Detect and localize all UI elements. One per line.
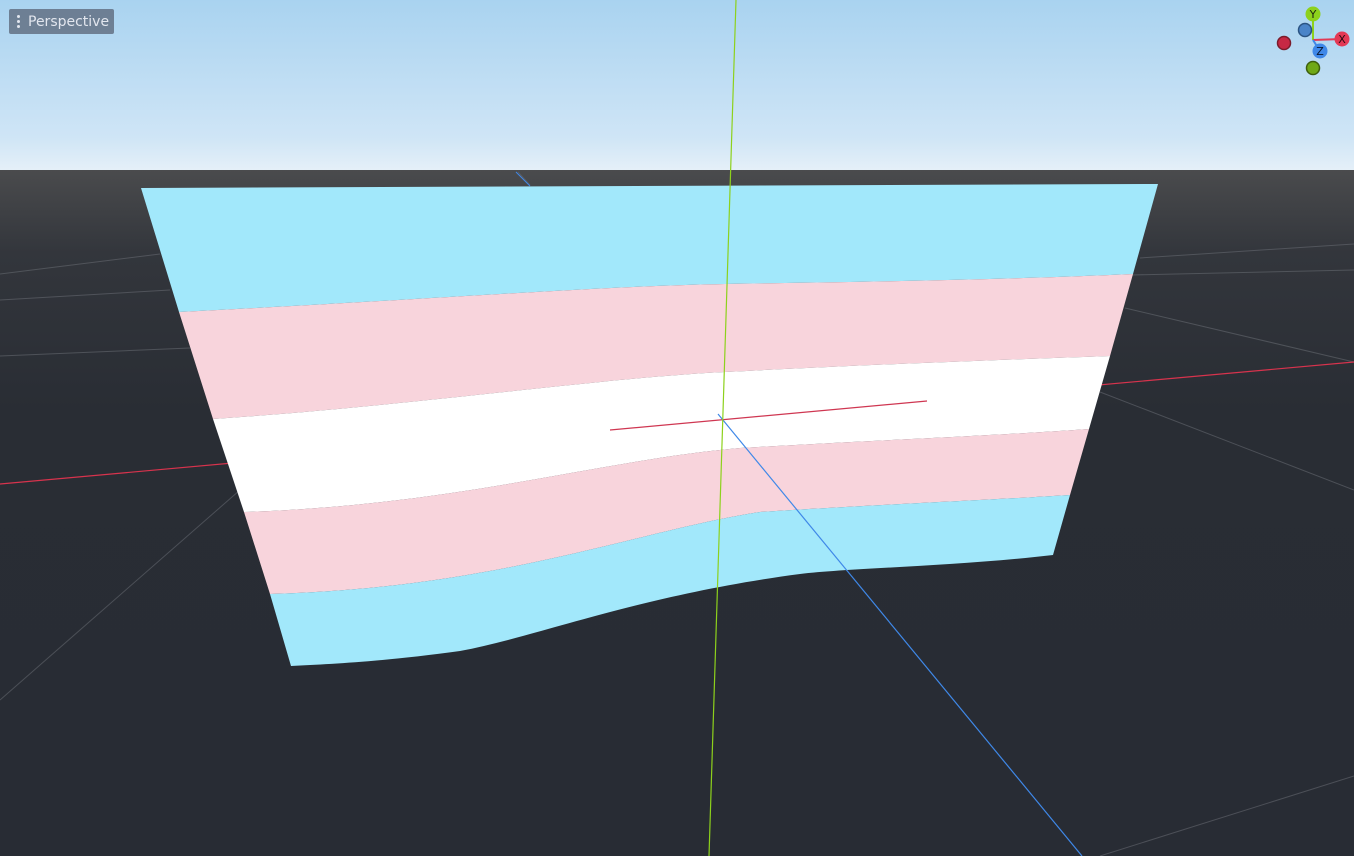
3d-viewport[interactable]: Perspective Y X Z xyxy=(0,0,1354,856)
perspective-view-menu-button[interactable]: Perspective xyxy=(9,9,115,34)
sky xyxy=(0,0,1354,172)
kebab-menu-icon xyxy=(13,9,23,34)
gizmo-x-handle[interactable]: X xyxy=(1334,31,1350,47)
axis-navigation-gizmo[interactable]: Y X Z xyxy=(1270,4,1354,80)
gizmo-neg-x-handle[interactable] xyxy=(1276,35,1292,51)
gizmo-x-label: X xyxy=(1338,33,1346,46)
gizmo-neg-z-handle[interactable] xyxy=(1297,22,1313,38)
gizmo-y-label: Y xyxy=(1309,8,1317,21)
gizmo-y-handle[interactable]: Y xyxy=(1305,6,1321,22)
gizmo-z-label: Z xyxy=(1316,45,1324,58)
scene-canvas[interactable] xyxy=(0,0,1354,856)
gizmo-neg-y-handle[interactable] xyxy=(1305,60,1321,76)
perspective-label: Perspective xyxy=(28,13,110,30)
gizmo-z-handle[interactable]: Z xyxy=(1312,43,1328,59)
